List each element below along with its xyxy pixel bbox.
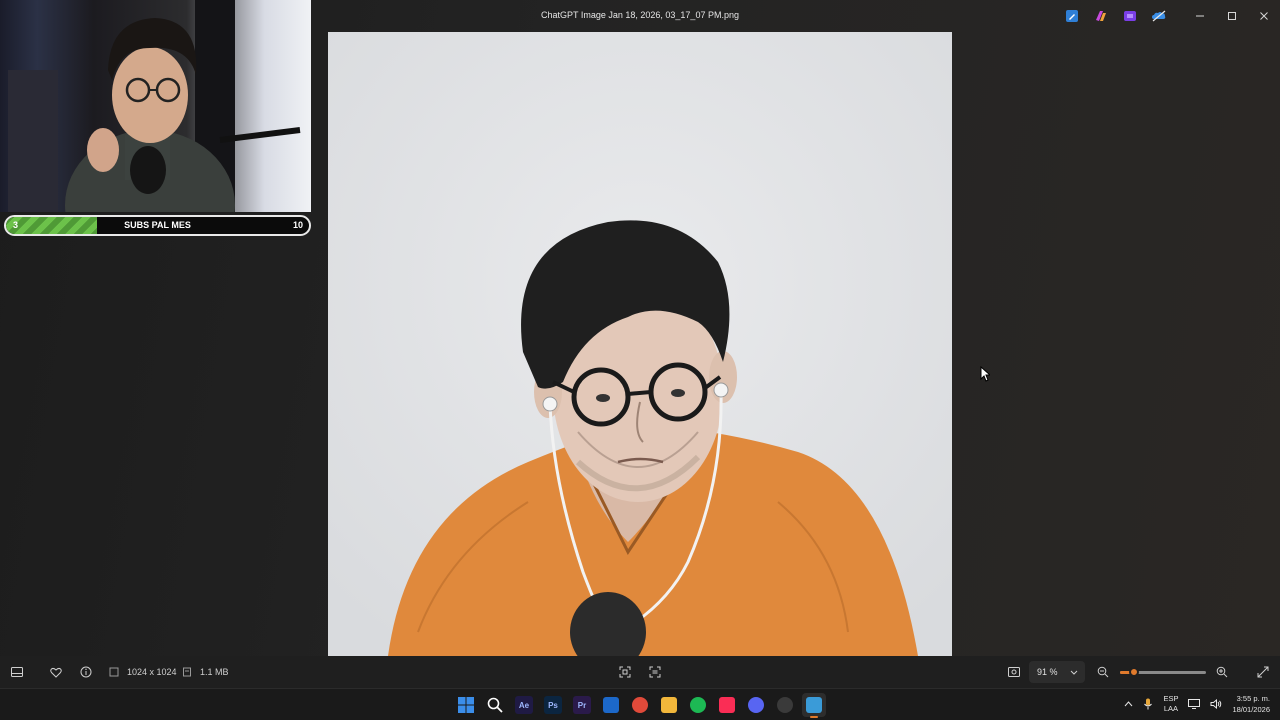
taskbar-apps: Ae Ps Pr [454,693,826,718]
minimize-button[interactable] [1184,6,1216,26]
favorite-button[interactable] [48,664,64,680]
start-icon [458,697,474,713]
crop-button[interactable] [617,664,633,680]
obs-icon [777,697,793,713]
premiere-label: Pr [573,696,591,714]
info-icon [78,664,94,680]
taskbar-app-discord[interactable] [744,693,768,717]
subs-goal-label: SUBS PAL MES [124,220,191,230]
input-language[interactable]: ESP LAA [1163,694,1178,714]
fullscreen-icon [1255,664,1271,680]
visual-search-button[interactable] [647,664,663,680]
clock-date: 18/01/2026 [1232,705,1270,714]
taskbar-app-file-explorer[interactable] [657,693,681,717]
after-effects-label: Ae [515,696,533,714]
minimize-icon [1196,15,1204,17]
fit-to-window-button[interactable] [1006,664,1022,680]
taskbar-app-outlook[interactable] [599,693,623,717]
file-size: 1.1 MB [179,664,229,680]
search-icon [487,697,503,713]
webcam-overlay [0,0,311,212]
zoom-out-button[interactable] [1095,664,1111,680]
viewer-toolbar: 1024 x 1024 1.1 MB 91 % [0,656,1280,688]
zoom-slider-thumb[interactable] [1128,667,1139,677]
filmstrip-icon [9,664,25,680]
windows-taskbar: Ae Ps Pr ESP LAA 3:55 p. m. 18/01/2026 [0,688,1280,720]
network-icon[interactable] [1188,699,1201,709]
fit-to-window-icon [1006,664,1022,680]
taskbar-app-itunes[interactable] [715,693,739,717]
taskbar-app-obs[interactable] [773,693,797,717]
clipchamp-icon[interactable] [1122,9,1138,23]
file-info-button[interactable] [78,664,94,680]
subs-goal-count: 10 [292,220,303,230]
onedrive-icon[interactable] [1151,9,1167,23]
file-size-icon [179,664,195,680]
language-bottom: LAA [1163,704,1179,713]
taskbar-app-after-effects[interactable]: Ae [512,693,536,717]
copilot-icon[interactable] [1093,9,1109,23]
subs-goal-bar: 3 SUBS PAL MES 10 [4,215,311,236]
discord-icon [748,697,764,713]
taskbar-app-photoshop[interactable]: Ps [541,693,565,717]
fullscreen-button[interactable] [1255,664,1271,680]
pencil-app-icon[interactable] [1064,9,1080,23]
favorite-heart-icon [48,664,64,680]
taskbar-app-premiere[interactable]: Pr [570,693,594,717]
chevron-up-icon[interactable] [1124,701,1133,707]
taskbar-app-chrome[interactable] [628,693,652,717]
chevron-down-icon [1070,670,1077,675]
volume-icon[interactable] [1210,699,1222,709]
itunes-icon [719,697,735,713]
zoom-level-text: 91 % [1037,667,1058,677]
chrome-icon [632,697,648,713]
crop-icon [617,664,633,680]
taskbar-app-start[interactable] [454,693,478,717]
photoshop-label: Ps [544,696,562,714]
taskbar-app-spotify[interactable] [686,693,710,717]
filmstrip-button[interactable] [9,664,25,680]
spotify-icon [690,697,706,713]
zoom-level-dropdown[interactable]: 91 % [1029,661,1085,683]
close-icon [1260,12,1268,20]
webcam-feed [8,0,301,212]
visual-search-icon [647,664,663,680]
system-tray: ESP LAA 3:55 p. m. 18/01/2026 [1124,693,1270,715]
maximize-icon [1228,12,1236,20]
photos-icon [806,697,822,713]
zoom-slider[interactable] [1120,667,1206,677]
window-controls [1184,6,1280,26]
dimensions-text: 1024 x 1024 [127,667,177,677]
language-top: ESP [1163,694,1179,703]
maximize-button[interactable] [1216,6,1248,26]
clock-time: 3:55 p. m. [1236,694,1270,703]
taskbar-app-photos[interactable] [802,693,826,718]
file-explorer-icon [661,697,677,713]
zoom-in-icon [1214,664,1230,680]
mouse-cursor-icon [980,366,990,382]
clock[interactable]: 3:55 p. m. 18/01/2026 [1232,693,1270,715]
zoom-in-button[interactable] [1214,664,1230,680]
image-dimensions: 1024 x 1024 [106,664,177,680]
zoom-out-icon [1095,664,1111,680]
taskbar-app-search[interactable] [483,693,507,717]
displayed-image[interactable] [328,32,952,656]
dimensions-icon [106,664,122,680]
close-button[interactable] [1248,6,1280,26]
microphone-icon[interactable] [1143,698,1153,710]
sketch-portrait [328,32,952,656]
file-size-text: 1.1 MB [200,667,229,677]
outlook-icon [603,697,619,713]
title-bar-extensions [1064,9,1167,23]
